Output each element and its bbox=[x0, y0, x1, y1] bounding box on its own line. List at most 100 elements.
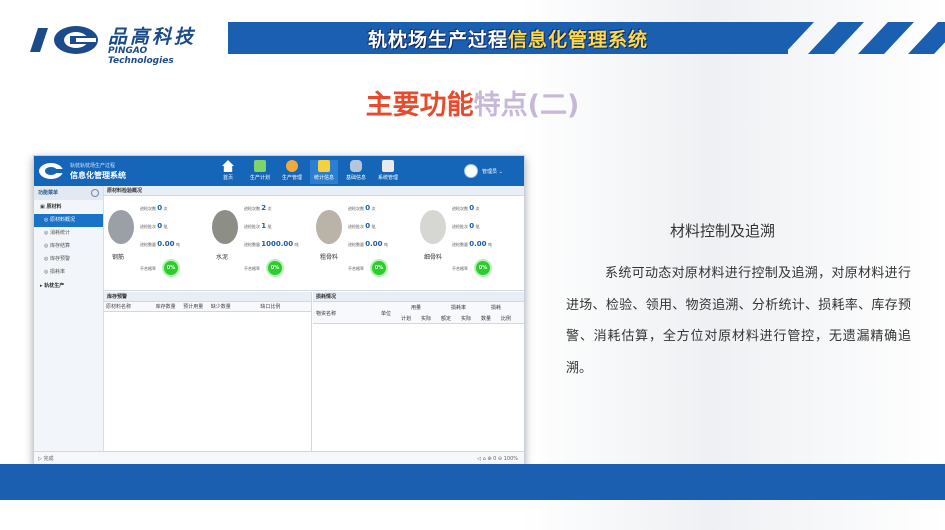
subtitle-part2: 特点(二) bbox=[473, 90, 580, 121]
stock-warning-title: 库存预警 bbox=[104, 292, 311, 302]
pass-rate-label: 不合格率 bbox=[244, 266, 260, 271]
pass-rate-badge: 0% bbox=[266, 259, 284, 277]
pass-rate-badge: 0% bbox=[370, 259, 388, 277]
stock-warning-header: 原材料名称 库存数量 预计用量 缺少数量 缺口比例 bbox=[104, 302, 311, 312]
nav-statistics[interactable]: 统计信息 bbox=[310, 160, 338, 184]
collapse-toggle-icon[interactable] bbox=[91, 189, 99, 197]
nav-production[interactable]: 生产管理 bbox=[278, 160, 306, 184]
value: 0 bbox=[365, 204, 371, 212]
nav-plan-label: 生产计划 bbox=[249, 175, 270, 181]
cement-image bbox=[212, 210, 238, 244]
value: 0.00 bbox=[365, 240, 383, 248]
nav-system-label: 系统管理 bbox=[377, 175, 398, 181]
status-icon: ▷ bbox=[38, 456, 42, 462]
stock-warning-panel: 库存预警 原材料名称 库存数量 预计用量 缺少数量 缺口比例 bbox=[104, 292, 312, 458]
label: 进检次数 bbox=[244, 206, 260, 211]
column-header: 预计用量 bbox=[183, 304, 204, 310]
value: 1 bbox=[261, 222, 267, 230]
value: 1000.00 bbox=[261, 240, 294, 248]
material-line2: 进检批次 0 批 bbox=[348, 222, 375, 230]
label: 进检批次 bbox=[452, 224, 468, 229]
app-name-line1: 轨枕轨枕场生产过程 bbox=[70, 163, 116, 169]
unit: 次 bbox=[371, 206, 376, 211]
sidebar-group-raw-material[interactable]: ▣ 原材料 bbox=[34, 200, 103, 214]
material-card: 钢筋 进检次数 0 次 进检批次 0 批 进检数量 0.00 吨 不合格率 0% bbox=[106, 204, 210, 286]
material-line3: 进检数量 0.00 吨 bbox=[452, 240, 492, 248]
loss-title: 损耗情况 bbox=[313, 292, 524, 302]
banner-title-part1: 轨枕场生产过程 bbox=[368, 29, 509, 51]
app-header: 轨枕轨枕场生产过程 信息化管理系统 首页 生产计划 生产管理 统计信息 基础信息… bbox=[34, 156, 524, 186]
pingao-logo-icon bbox=[30, 26, 98, 54]
nav-home-label: 首页 bbox=[222, 175, 233, 181]
loss-header: 物资名称 单位 用量 损耗率 损耗 计划 实际 额定 实际 数量 比例 bbox=[313, 302, 524, 324]
label: 进检批次 bbox=[244, 224, 260, 229]
sidebar-item-overview[interactable]: ◎ 原材料概况 bbox=[34, 214, 103, 227]
overview-panel: 钢筋 进检次数 0 次 进检批次 0 批 进检数量 0.00 吨 不合格率 0%… bbox=[104, 196, 524, 291]
logo-chinese-name: 品高科技 bbox=[108, 26, 197, 48]
feature-description: 系统可动态对原材料进行控制及追溯，对原材料进行进场、检验、领用、物资追溯、分析统… bbox=[566, 266, 911, 376]
value: 0.00 bbox=[157, 240, 175, 248]
label: 进检数量 bbox=[348, 242, 364, 247]
label: 进检次数 bbox=[348, 206, 364, 211]
material-line1: 进检次数 0 次 bbox=[140, 204, 167, 212]
label: 进检次数 bbox=[140, 206, 156, 211]
unit: 批 bbox=[475, 224, 480, 229]
sidebar-item-stock-settlement[interactable]: ◎ 库存结算 bbox=[34, 240, 103, 253]
sidebar-item-consumption[interactable]: ◎ 消耗统计 bbox=[34, 227, 103, 240]
feature-title: 材料控制及追溯 bbox=[670, 222, 776, 240]
sub-header: 额定 bbox=[441, 316, 452, 322]
material-name: 水泥 bbox=[216, 254, 229, 261]
nav-basic-info[interactable]: 基础信息 bbox=[342, 160, 370, 184]
unit: 吨 bbox=[175, 242, 180, 247]
sidebar-header: 功能菜单 bbox=[34, 186, 103, 200]
status-text: 完成 bbox=[43, 456, 54, 462]
sub-header: 实际 bbox=[421, 316, 432, 322]
column-header: 缺口比例 bbox=[260, 304, 281, 310]
material-name: 细骨料 bbox=[424, 254, 443, 261]
nav-production-label: 生产管理 bbox=[281, 175, 302, 181]
sidebar-item-loss-rate[interactable]: ◎ 损耗率 bbox=[34, 266, 103, 279]
rebar-image bbox=[108, 210, 134, 244]
nav-basic-info-label: 基础信息 bbox=[345, 175, 366, 181]
statistics-icon bbox=[318, 160, 330, 172]
tools-icon bbox=[382, 160, 394, 172]
unit: 批 bbox=[267, 224, 272, 229]
column-header: 物资名称 bbox=[316, 311, 337, 317]
user-menu[interactable]: 管理员 ⌄ bbox=[464, 164, 520, 180]
loss-panel: 损耗情况 物资名称 单位 用量 损耗率 损耗 计划 实际 额定 实际 数量 比例 bbox=[313, 292, 524, 458]
column-header: 库存数量 bbox=[155, 304, 176, 310]
value: 0.00 bbox=[469, 240, 487, 248]
sidebar-item-label: 损耗率 bbox=[49, 269, 65, 275]
pass-rate-label: 不合格率 bbox=[140, 266, 156, 271]
home-icon bbox=[222, 160, 234, 172]
database-icon bbox=[350, 160, 362, 172]
sidebar-header-label: 功能菜单 bbox=[38, 190, 59, 196]
unit: 吨 bbox=[294, 242, 299, 247]
material-card: 粗骨料 进检次数 0 次 进检批次 0 批 进检数量 0.00 吨 不合格率 0… bbox=[314, 204, 418, 286]
material-line1: 进检次数 2 次 bbox=[244, 204, 271, 212]
sidebar-item-stock-warning[interactable]: ◎ 库存预警 bbox=[34, 253, 103, 266]
nav-home[interactable]: 首页 bbox=[214, 160, 242, 184]
unit: 吨 bbox=[487, 242, 492, 247]
material-line3: 进检数量 1000.00 吨 bbox=[244, 240, 298, 248]
slide-subtitle: 主要功能特点(二) bbox=[0, 83, 945, 122]
column-header: 缺少数量 bbox=[210, 304, 231, 310]
sidebar-group-label: 原材料 bbox=[46, 204, 62, 210]
pass-rate-label: 不合格率 bbox=[452, 266, 468, 271]
value: 0 bbox=[365, 222, 371, 230]
pass-rate-badge: 0% bbox=[474, 259, 492, 277]
coarse-aggregate-image bbox=[316, 210, 342, 244]
label: 进检数量 bbox=[452, 242, 468, 247]
material-line2: 进检批次 0 批 bbox=[140, 222, 167, 230]
nav-plan[interactable]: 生产计划 bbox=[246, 160, 274, 184]
sidebar-item-label: 库存结算 bbox=[49, 243, 70, 249]
sidebar-item-label: 消耗统计 bbox=[49, 230, 70, 236]
user-name: 管理员 ⌄ bbox=[482, 169, 503, 175]
label: 进检数量 bbox=[244, 242, 260, 247]
column-header: 用量 bbox=[411, 305, 422, 311]
pass-rate-badge: 0% bbox=[162, 259, 180, 277]
value: 0 bbox=[157, 222, 163, 230]
sidebar-group-sleeper-production[interactable]: ▸ 轨枕生产 bbox=[34, 279, 103, 293]
sub-header: 数量 bbox=[481, 316, 492, 322]
nav-system[interactable]: 系统管理 bbox=[374, 160, 402, 184]
